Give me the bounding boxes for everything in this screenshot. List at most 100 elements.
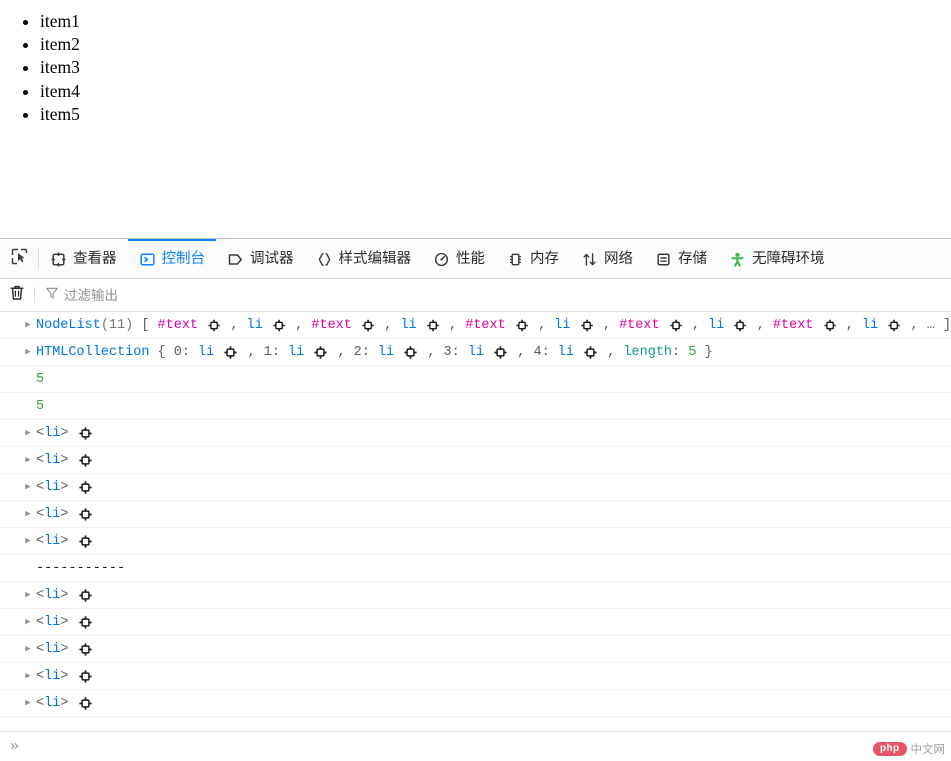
console-token: , (683, 317, 709, 333)
inspect-node-icon[interactable] (78, 696, 92, 710)
devtools-tabs: 查看器 控制台 调试器 样式编辑器 性能 内存 网络 存储 无障碍环境 (39, 239, 951, 278)
console-row[interactable]: 5 (0, 393, 951, 420)
tab-inspector[interactable]: 查看器 (39, 239, 128, 278)
inspect-node-icon[interactable] (208, 319, 220, 332)
inspect-node-icon[interactable] (78, 507, 92, 521)
inspect-node-icon[interactable] (78, 480, 92, 494)
console-row[interactable]: ▶ < li > (0, 501, 951, 528)
console-token: li (44, 695, 61, 711)
inspect-node-icon[interactable] (584, 345, 597, 359)
console-token: < (36, 533, 45, 549)
console-row[interactable]: ▶ < li > (0, 582, 951, 609)
expand-arrow-icon[interactable]: ▶ (20, 509, 36, 519)
filter-input[interactable] (64, 287, 324, 303)
console-token: , (419, 344, 444, 360)
console-token: > (60, 506, 69, 522)
inspect-node-icon[interactable] (734, 319, 747, 332)
console-token: 1 (263, 344, 272, 360)
tab-style-editor[interactable]: 样式编辑器 (305, 239, 423, 278)
console-token (68, 453, 76, 468)
console-token: NodeList (36, 317, 101, 333)
console-token: (11) (100, 317, 134, 333)
console-token: li (198, 344, 215, 360)
inspect-node-icon[interactable] (78, 534, 92, 548)
expand-arrow-icon[interactable]: ▶ (20, 482, 36, 492)
expand-arrow-icon[interactable]: ▶ (20, 320, 36, 330)
console-row[interactable]: ▶ < li > (0, 420, 951, 447)
inspect-node-icon[interactable] (580, 319, 593, 332)
console-row[interactable]: ----------- (0, 555, 951, 582)
inspect-node-icon[interactable] (78, 615, 92, 629)
inspect-node-icon[interactable] (78, 588, 92, 602)
clear-console-button[interactable] (0, 284, 34, 306)
console-token: , (222, 317, 247, 333)
console-output[interactable]: ▶ NodeList (11) [ #text , li , #text , li … (0, 312, 951, 731)
console-row[interactable]: ▶ < li > (0, 447, 951, 474)
tab-memory[interactable]: 内存 (496, 239, 570, 278)
inspect-node-icon[interactable] (362, 319, 374, 332)
tab-accessibility[interactable]: 无障碍环境 (718, 239, 836, 278)
element-picker-button[interactable] (0, 239, 38, 278)
console-token: … ] (926, 317, 951, 333)
tab-network[interactable]: 网络 (570, 239, 644, 278)
inspect-node-icon[interactable] (78, 453, 92, 467)
expand-arrow-icon[interactable]: ▶ (20, 536, 36, 546)
expand-arrow-icon[interactable]: ▶ (20, 617, 36, 627)
tab-storage[interactable]: 存储 (644, 239, 718, 278)
console-row[interactable]: 5 (0, 366, 951, 393)
expand-arrow-icon[interactable]: ▶ (20, 455, 36, 465)
console-token (214, 345, 222, 360)
console-token (68, 507, 76, 522)
console-token: [ (133, 317, 158, 333)
tab-label: 性能 (456, 251, 485, 268)
console-token: li (44, 533, 61, 549)
expand-arrow-icon[interactable]: ▶ (20, 590, 36, 600)
tab-console[interactable]: 控制台 (127, 239, 216, 278)
filter-input-group[interactable] (45, 286, 951, 305)
inspect-node-icon[interactable] (224, 345, 237, 359)
inspect-node-icon[interactable] (78, 642, 92, 656)
console-token: li (400, 317, 417, 333)
console-token: < (36, 587, 45, 603)
expand-arrow-icon[interactable]: ▶ (20, 428, 36, 438)
console-row[interactable]: ▶ NodeList (11) [ #text , li , #text , li … (0, 312, 951, 339)
console-token (506, 318, 514, 333)
console-row[interactable]: ▶ < li > (0, 636, 951, 663)
inspect-node-icon[interactable] (823, 319, 836, 332)
inspect-node-icon[interactable] (494, 345, 507, 359)
console-token: #text (157, 317, 199, 333)
inspect-node-icon[interactable] (427, 319, 439, 332)
console-row[interactable]: ▶ < li > (0, 663, 951, 690)
tab-label: 无障碍环境 (752, 251, 825, 268)
console-row[interactable]: ▶ < li > (0, 609, 951, 636)
console-token: , (376, 317, 401, 333)
console-token (878, 318, 886, 333)
console-token (574, 345, 582, 360)
console-token: li (44, 425, 61, 441)
console-token: > (60, 425, 69, 441)
expand-arrow-icon[interactable]: ▶ (20, 671, 36, 681)
console-input[interactable] (19, 739, 951, 754)
inspect-node-icon[interactable] (888, 319, 901, 332)
console-token (68, 588, 76, 603)
inspect-node-icon[interactable] (273, 319, 285, 332)
inspect-node-icon[interactable] (516, 319, 528, 332)
console-token: , (529, 317, 555, 333)
console-row[interactable]: ▶ < li > (0, 528, 951, 555)
storage-icon (655, 251, 672, 268)
inspect-node-icon[interactable] (670, 319, 682, 332)
inspect-node-icon[interactable] (78, 669, 92, 683)
expand-arrow-icon[interactable]: ▶ (20, 644, 36, 654)
console-row[interactable]: ▶ < li > (0, 474, 951, 501)
tab-debugger[interactable]: 调试器 (216, 239, 305, 278)
console-prompt-row[interactable]: » (0, 731, 951, 761)
console-row[interactable]: ▶ HTMLCollection { 0: li , 1: li , 2: li … (0, 339, 951, 366)
console-row[interactable]: ▶ < li > (0, 690, 951, 717)
expand-arrow-icon[interactable]: ▶ (20, 698, 36, 708)
expand-arrow-icon[interactable]: ▶ (20, 347, 36, 357)
tab-label: 网络 (604, 251, 633, 268)
tab-performance[interactable]: 性能 (422, 239, 496, 278)
inspect-node-icon[interactable] (404, 345, 417, 359)
inspect-node-icon[interactable] (314, 345, 327, 359)
inspect-node-icon[interactable] (78, 426, 92, 440)
